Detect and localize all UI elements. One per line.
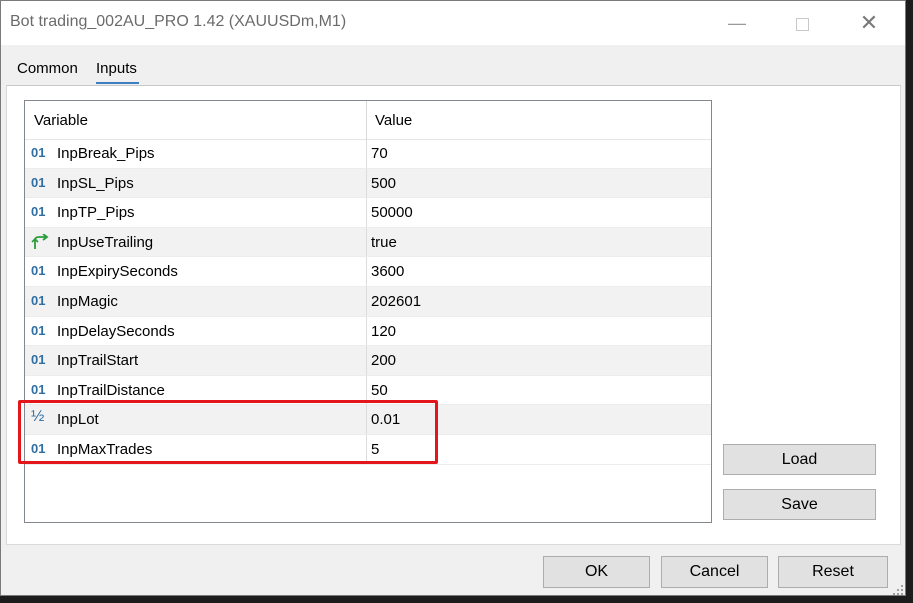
save-button[interactable]: Save bbox=[723, 489, 876, 520]
expert-properties-dialog: Bot trading_002AU_PRO 1.42 (XAUUSDm,M1) … bbox=[0, 0, 906, 596]
column-header-value[interactable]: Value bbox=[375, 112, 412, 129]
variable-name: InpTrailDistance bbox=[57, 381, 165, 399]
double-half-icon: ½ bbox=[31, 408, 45, 426]
integer-icon: 01 bbox=[31, 322, 46, 338]
resize-grip-icon[interactable] bbox=[892, 584, 904, 596]
cell-separator bbox=[366, 139, 367, 168]
ok-button[interactable]: OK bbox=[543, 556, 650, 588]
integer-icon: 01 bbox=[31, 293, 46, 308]
variable-value[interactable]: 200 bbox=[371, 352, 396, 369]
boolean-arrow-icon bbox=[31, 233, 51, 250]
table-row[interactable]: 01 InpTrailDistance 50 bbox=[25, 375, 711, 406]
variable-name: InpTrailStart bbox=[57, 352, 139, 370]
variable-value[interactable]: 202601 bbox=[371, 293, 421, 310]
window-title: Bot trading_002AU_PRO 1.42 (XAUUSDm,M1) bbox=[10, 13, 347, 30]
cell-separator bbox=[366, 287, 367, 316]
cell-separator bbox=[366, 227, 367, 257]
minimize-button[interactable]: — bbox=[707, 1, 767, 45]
cell-separator bbox=[366, 257, 367, 286]
table-row[interactable]: 01 InpMaxTrades 5 bbox=[25, 435, 711, 465]
cell-separator bbox=[366, 375, 367, 405]
integer-icon: 01 bbox=[31, 174, 46, 190]
variable-value[interactable]: 5 bbox=[371, 441, 379, 458]
variable-name: InpExpirySeconds bbox=[57, 263, 178, 281]
table-row[interactable]: 01 InpDelaySeconds 120 bbox=[25, 316, 711, 347]
variable-value[interactable]: 3600 bbox=[371, 263, 404, 280]
load-button[interactable]: Load bbox=[723, 444, 876, 475]
variable-value[interactable]: 0.01 bbox=[371, 411, 400, 428]
table-row[interactable]: 01 InpTrailStart 200 bbox=[25, 346, 711, 376]
table-row[interactable]: 01 InpBreak_Pips 70 bbox=[25, 139, 711, 169]
maximize-button[interactable] bbox=[772, 1, 832, 45]
grid-header: Variable Value bbox=[25, 101, 711, 140]
column-header-variable[interactable]: Variable bbox=[34, 112, 88, 129]
cell-separator bbox=[366, 168, 367, 198]
cell-separator bbox=[366, 316, 367, 346]
variable-name: InpMaxTrades bbox=[57, 441, 153, 458]
cell-separator bbox=[366, 435, 367, 464]
tab-inputs-label: Inputs bbox=[96, 60, 137, 77]
variable-value[interactable]: 500 bbox=[371, 175, 396, 192]
table-row[interactable]: 01 InpSL_Pips 500 bbox=[25, 168, 711, 199]
maximize-icon bbox=[795, 17, 809, 31]
column-separator[interactable] bbox=[366, 101, 367, 139]
integer-icon: 01 bbox=[31, 381, 46, 397]
variable-name: InpDelaySeconds bbox=[57, 322, 175, 340]
table-row[interactable]: ½ InpLot 0.01 bbox=[25, 405, 711, 435]
variable-name: InpSL_Pips bbox=[57, 174, 134, 192]
inputs-grid[interactable]: Variable Value 01 InpBreak_Pips 70 01 In… bbox=[24, 100, 712, 523]
title-bar[interactable]: Bot trading_002AU_PRO 1.42 (XAUUSDm,M1) … bbox=[1, 1, 905, 45]
table-row[interactable]: 01 InpTP_Pips 50000 bbox=[25, 198, 711, 228]
integer-icon: 01 bbox=[31, 352, 46, 368]
variable-value[interactable]: 50 bbox=[371, 382, 388, 399]
integer-icon: 01 bbox=[31, 441, 46, 456]
variable-value[interactable]: 70 bbox=[371, 145, 388, 162]
variable-value[interactable]: 120 bbox=[371, 323, 396, 340]
cancel-button[interactable]: Cancel bbox=[661, 556, 768, 588]
table-row[interactable]: 01 InpExpirySeconds 3600 bbox=[25, 257, 711, 287]
integer-icon: 01 bbox=[31, 263, 46, 279]
variable-name: InpBreak_Pips bbox=[57, 145, 155, 162]
reset-button[interactable]: Reset bbox=[778, 556, 888, 588]
variable-value[interactable]: 50000 bbox=[371, 204, 413, 221]
cell-separator bbox=[366, 405, 367, 434]
tab-inputs[interactable]: Inputs bbox=[96, 60, 139, 84]
table-row[interactable]: InpUseTrailing true bbox=[25, 227, 711, 258]
tab-common[interactable]: Common bbox=[17, 60, 78, 77]
integer-icon: 01 bbox=[31, 204, 46, 220]
table-row[interactable]: 01 InpMagic 202601 bbox=[25, 287, 711, 317]
variable-name: InpUseTrailing bbox=[57, 233, 154, 251]
integer-icon: 01 bbox=[31, 145, 46, 160]
cell-separator bbox=[366, 198, 367, 227]
variable-name: InpLot bbox=[57, 411, 99, 429]
tab-selected-indicator bbox=[96, 82, 139, 84]
variable-value[interactable]: true bbox=[371, 234, 397, 251]
variable-name: InpMagic bbox=[57, 293, 118, 310]
cell-separator bbox=[366, 346, 367, 375]
variable-name: InpTP_Pips bbox=[57, 204, 135, 222]
close-button[interactable]: ✕ bbox=[839, 1, 899, 45]
tab-common-label: Common bbox=[17, 60, 78, 77]
